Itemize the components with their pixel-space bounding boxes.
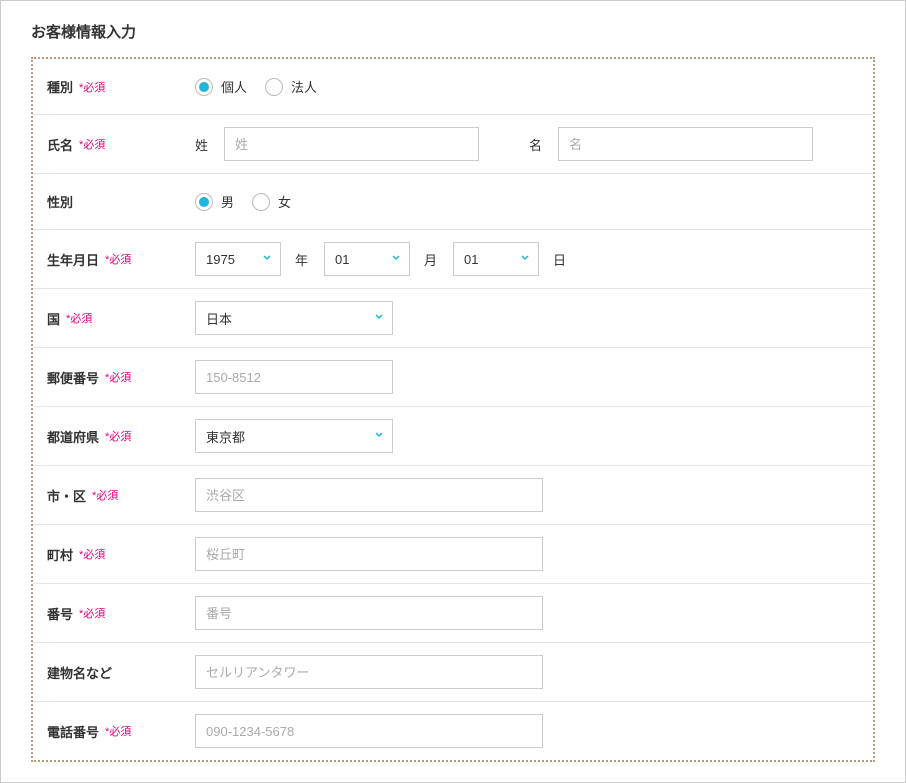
required-badge: *必須 (79, 605, 105, 621)
input-col: 個人 法人 (195, 77, 859, 96)
input-col (195, 478, 859, 512)
field-label: 市・区 (47, 486, 86, 505)
row-gender: 性別 男 女 (33, 174, 873, 230)
required-badge: *必須 (79, 79, 105, 95)
input-col: 日本 (195, 301, 859, 335)
row-birthday: 生年月日 *必須 1975 年 01 月 (33, 230, 873, 289)
radio-label: 法人 (291, 77, 317, 96)
radio-icon (265, 78, 283, 96)
input-col (195, 655, 859, 689)
label-col: 国 *必須 (47, 309, 195, 328)
radio-female[interactable]: 女 (252, 192, 291, 211)
given-input[interactable] (558, 127, 813, 161)
select-value: 01 (324, 242, 410, 276)
input-col (195, 360, 859, 394)
row-phone: 電話番号 *必須 (33, 702, 873, 760)
input-col: 東京都 (195, 419, 859, 453)
row-number: 番号 *必須 (33, 584, 873, 643)
year-select[interactable]: 1975 (195, 242, 281, 276)
row-prefecture: 都道府県 *必須 東京都 (33, 407, 873, 466)
label-col: 電話番号 *必須 (47, 722, 195, 741)
row-building: 建物名など (33, 643, 873, 702)
section-title: お客様情報入力 (31, 21, 875, 42)
select-value: 1975 (195, 242, 281, 276)
label-col: 氏名 *必須 (47, 135, 195, 154)
label-col: 町村 *必須 (47, 545, 195, 564)
radio-group-gender: 男 女 (195, 192, 291, 211)
row-postal: 郵便番号 *必須 (33, 348, 873, 407)
field-label: 国 (47, 309, 60, 328)
number-input[interactable] (195, 596, 543, 630)
radio-group-type: 個人 法人 (195, 77, 317, 96)
month-select[interactable]: 01 (324, 242, 410, 276)
required-badge: *必須 (66, 310, 92, 326)
field-label: 生年月日 (47, 250, 99, 269)
label-col: 種別 *必須 (47, 77, 195, 96)
radio-icon (195, 78, 213, 96)
given-label: 名 (529, 135, 542, 154)
label-col: 市・区 *必須 (47, 486, 195, 505)
select-value: 日本 (195, 301, 393, 335)
row-city: 市・区 *必須 (33, 466, 873, 525)
required-badge: *必須 (105, 369, 131, 385)
radio-icon (195, 193, 213, 211)
input-col: 姓 名 (195, 127, 859, 161)
prefecture-select[interactable]: 東京都 (195, 419, 393, 453)
phone-input[interactable] (195, 714, 543, 748)
row-name: 氏名 *必須 姓 名 (33, 115, 873, 174)
label-col: 建物名など (47, 663, 195, 682)
select-value: 東京都 (195, 419, 393, 453)
required-badge: *必須 (79, 136, 105, 152)
building-input[interactable] (195, 655, 543, 689)
radio-label: 男 (221, 192, 234, 211)
required-badge: *必須 (105, 428, 131, 444)
label-col: 性別 (47, 192, 195, 211)
field-label: 電話番号 (47, 722, 99, 741)
required-badge: *必須 (105, 251, 131, 267)
radio-individual[interactable]: 個人 (195, 77, 247, 96)
field-label: 氏名 (47, 135, 73, 154)
month-suffix: 月 (424, 250, 437, 269)
label-col: 郵便番号 *必須 (47, 368, 195, 387)
form-container: お客様情報入力 種別 *必須 個人 法人 (0, 0, 906, 783)
year-suffix: 年 (295, 250, 308, 269)
country-select[interactable]: 日本 (195, 301, 393, 335)
surname-label: 姓 (195, 135, 208, 154)
postal-input[interactable] (195, 360, 393, 394)
radio-icon (252, 193, 270, 211)
field-label: 建物名など (47, 663, 112, 682)
required-badge: *必須 (105, 723, 131, 739)
city-input[interactable] (195, 478, 543, 512)
field-label: 町村 (47, 545, 73, 564)
row-type: 種別 *必須 個人 法人 (33, 59, 873, 115)
input-col (195, 537, 859, 571)
row-town: 町村 *必須 (33, 525, 873, 584)
radio-corporate[interactable]: 法人 (265, 77, 317, 96)
required-badge: *必須 (92, 487, 118, 503)
day-select[interactable]: 01 (453, 242, 539, 276)
radio-label: 個人 (221, 77, 247, 96)
field-label: 番号 (47, 604, 73, 623)
label-col: 生年月日 *必須 (47, 250, 195, 269)
town-input[interactable] (195, 537, 543, 571)
form-area: 種別 *必須 個人 法人 氏名 *必須 (31, 57, 875, 762)
row-country: 国 *必須 日本 (33, 289, 873, 348)
radio-male[interactable]: 男 (195, 192, 234, 211)
required-badge: *必須 (79, 546, 105, 562)
day-suffix: 日 (553, 250, 566, 269)
input-col (195, 596, 859, 630)
field-label: 都道府県 (47, 427, 99, 446)
field-label: 性別 (47, 192, 73, 211)
input-col: 1975 年 01 月 01 (195, 242, 859, 276)
field-label: 郵便番号 (47, 368, 99, 387)
label-col: 都道府県 *必須 (47, 427, 195, 446)
field-label: 種別 (47, 77, 73, 96)
radio-label: 女 (278, 192, 291, 211)
select-value: 01 (453, 242, 539, 276)
input-col (195, 714, 859, 748)
input-col: 男 女 (195, 192, 859, 211)
surname-input[interactable] (224, 127, 479, 161)
label-col: 番号 *必須 (47, 604, 195, 623)
